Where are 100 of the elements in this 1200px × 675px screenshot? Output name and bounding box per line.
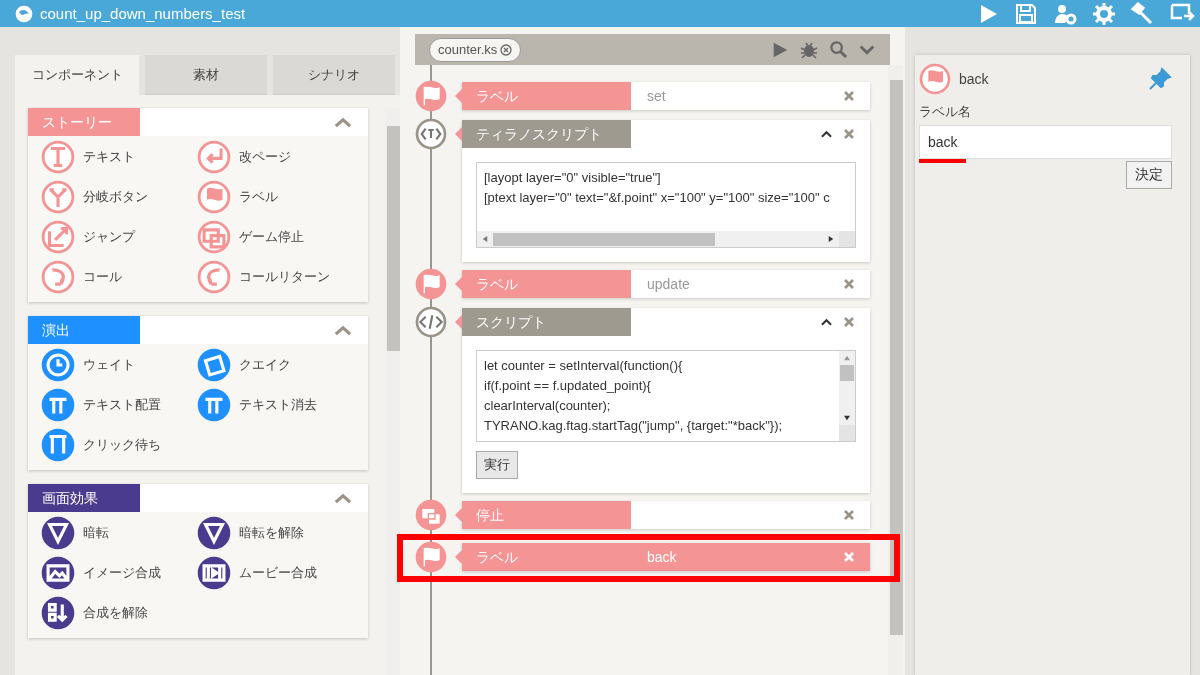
component-item[interactable]: 分岐ボタン	[41, 180, 148, 214]
field-label: ラベル名	[919, 103, 972, 121]
component-item[interactable]: テキスト消去	[197, 388, 317, 422]
component-icon	[197, 388, 231, 422]
code-line: [ptext layer="0" text="&f.point" x="100" y="100" size="100" c	[484, 189, 831, 207]
confirm-button[interactable]: 決定	[1126, 161, 1172, 189]
settings-icon[interactable]	[1092, 1, 1116, 26]
block-type-label: スクリプト	[462, 308, 631, 336]
label-name: back	[646, 549, 677, 565]
block-type-label: ティラノスクリプト	[462, 120, 631, 148]
block-icon	[415, 268, 447, 300]
scroll-left-icon[interactable]	[482, 235, 488, 243]
component-icon	[41, 220, 75, 254]
component-item[interactable]: 合成を解除	[41, 596, 148, 630]
code-line: if(f.point == f.updated_point){	[484, 377, 652, 395]
run-button[interactable]: 実行	[476, 451, 518, 479]
component-icon	[41, 180, 75, 214]
component-icon	[41, 348, 75, 382]
component-icon	[197, 516, 231, 550]
delete-icon[interactable]	[844, 317, 854, 327]
component-icon	[197, 220, 231, 254]
label-name: set	[646, 88, 666, 104]
project-title: count_up_down_numbers_test	[40, 5, 246, 22]
scrollbar[interactable]	[477, 231, 855, 247]
play-icon[interactable]	[771, 40, 789, 59]
component-item[interactable]: テキスト	[41, 140, 135, 174]
inspector-title: back	[959, 71, 989, 87]
component-icon	[41, 140, 75, 174]
hammer-icon[interactable]	[1130, 1, 1154, 26]
scroll-thumb[interactable]	[840, 365, 854, 381]
block-icon	[415, 541, 447, 573]
component-icon	[41, 388, 75, 422]
delete-icon[interactable]	[844, 510, 854, 520]
block-type-label: 停止	[462, 501, 631, 529]
collapse-chevron-icon[interactable]	[334, 116, 352, 128]
component-item[interactable]: クエイク	[197, 348, 291, 382]
collapse-caret-icon[interactable]	[821, 130, 832, 138]
code-line: TYRANO.kag.ftag.startTag("jump", {target:"*back"});	[484, 417, 784, 435]
panel-tab[interactable]: 素材	[145, 55, 267, 95]
component-icon	[197, 140, 231, 174]
resize-grip[interactable]	[839, 231, 855, 247]
component-item[interactable]: 暗転を解除	[197, 516, 304, 550]
code-editor[interactable]: [layopt layer="0" visible="true"] [ptext layer="0" text="&f.point" x="100" y="100" size="100" c	[476, 162, 856, 248]
delete-icon[interactable]	[844, 279, 854, 289]
code-line: clearInterval(counter);	[484, 397, 612, 415]
code-editor[interactable]: let counter = setInterval(function(){ if(f.point == f.updated_point){ clearInterval(counter); TYRANO.kag.ftag.startTag("jump", {target:"*back"});	[476, 350, 856, 442]
flag-icon	[919, 63, 951, 95]
scrollbar[interactable]	[888, 65, 903, 675]
component-item[interactable]: コールリターン	[197, 260, 330, 294]
component-icon	[197, 348, 231, 382]
scrollbar[interactable]	[385, 108, 400, 675]
component-icon	[41, 516, 75, 550]
component-icon	[197, 180, 231, 214]
block-type-label: ラベル	[462, 270, 631, 298]
component-item[interactable]: コール	[41, 260, 122, 294]
label-name: update	[646, 276, 690, 292]
scroll-down-icon[interactable]	[843, 415, 851, 421]
collapse-chevron-icon[interactable]	[334, 324, 352, 336]
collapse-caret-icon[interactable]	[821, 318, 832, 326]
scroll-right-icon[interactable]	[828, 235, 834, 243]
panel-tab[interactable]: シナリオ	[273, 55, 395, 95]
component-icon	[41, 260, 75, 294]
component-item[interactable]: ムービー合成	[197, 556, 317, 590]
component-item[interactable]: ジャンプ	[41, 220, 135, 254]
scrollbar[interactable]	[839, 351, 855, 441]
component-item[interactable]: ゲーム停止	[197, 220, 304, 254]
component-icon	[41, 428, 75, 462]
group-title: 演出	[28, 316, 140, 344]
block-icon	[415, 499, 447, 531]
scroll-thumb[interactable]	[493, 232, 715, 246]
component-item[interactable]: 改ページ	[197, 140, 291, 174]
delete-icon[interactable]	[844, 129, 854, 139]
component-icon	[197, 260, 231, 294]
component-item[interactable]: ウェイト	[41, 348, 135, 382]
block-icon	[415, 80, 447, 112]
label-name-field[interactable]: back	[919, 125, 1172, 159]
group-title: 画面効果	[28, 484, 140, 512]
component-item[interactable]: イメージ合成	[41, 556, 161, 590]
resize-grip[interactable]	[839, 425, 855, 441]
close-icon[interactable]	[500, 43, 513, 56]
scroll-up-icon[interactable]	[843, 355, 851, 361]
component-icon	[41, 556, 75, 590]
collapse-chevron-icon[interactable]	[334, 492, 352, 504]
component-item[interactable]: クリック待ち	[41, 428, 161, 462]
code-line: [layopt layer="0" visible="true"]	[484, 169, 662, 187]
delete-icon[interactable]	[844, 91, 854, 101]
logo-icon	[14, 3, 34, 24]
save-icon[interactable]	[1014, 1, 1038, 26]
group-title: ストーリー	[28, 108, 140, 136]
component-icon	[41, 596, 75, 630]
component-icon	[197, 556, 231, 590]
search-icon[interactable]	[829, 40, 848, 59]
code-line: let counter = setInterval(function(){	[484, 357, 684, 375]
panel-tab[interactable]: コンポーネント	[15, 55, 139, 95]
block-type-label: ラベル	[462, 82, 631, 110]
component-item[interactable]: 暗転	[41, 516, 109, 550]
pin-icon[interactable]	[1148, 67, 1172, 91]
component-item[interactable]: テキスト配置	[41, 388, 161, 422]
component-item[interactable]: ラベル	[197, 180, 278, 214]
file-tab[interactable]: counter.ks	[429, 37, 522, 62]
